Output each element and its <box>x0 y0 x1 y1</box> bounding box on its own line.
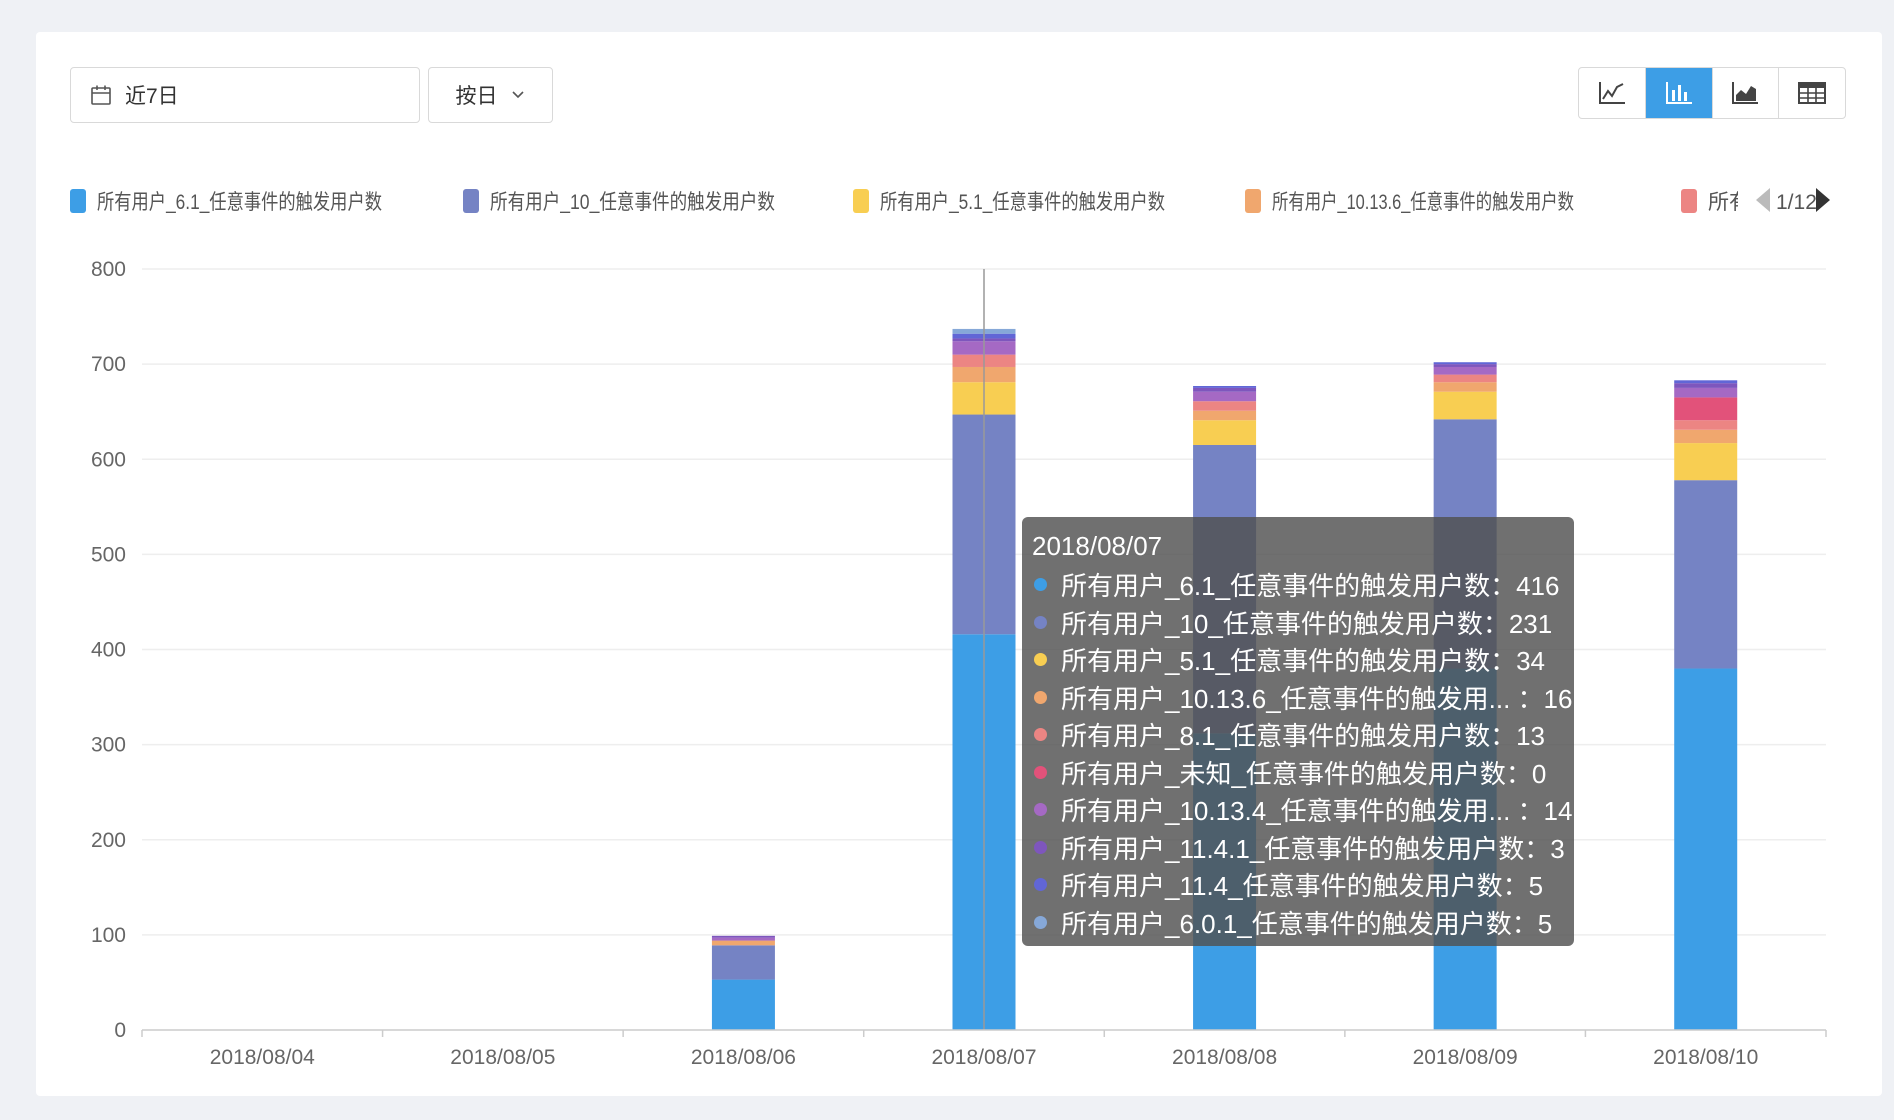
tooltip-row: 所有用户_11.4_任意事件的触发用户数：5 <box>1032 866 1574 904</box>
bar-segment <box>1674 443 1738 481</box>
tooltip-row: 所有用户_未知_任意事件的触发用户数：0 <box>1032 754 1574 792</box>
legend-swatch <box>70 189 86 213</box>
bar-segment <box>1193 401 1257 411</box>
tooltip-row-label: 所有用户_6.1_任意事件的触发用户数：416 <box>1061 571 1560 602</box>
legend-prev-icon <box>1756 188 1770 212</box>
tooltip-row-label: 所有用户_10.13.6_任意事件的触发用... ：16 <box>1061 683 1573 714</box>
x-tick-label: 2018/08/07 <box>931 1046 1036 1069</box>
series-color-dot <box>1034 728 1047 742</box>
tooltip-row: 所有用户_8.1_任意事件的触发用户数：13 <box>1032 716 1574 754</box>
bar-segment <box>1433 366 1497 375</box>
x-tick-label: 2018/08/10 <box>1653 1046 1758 1069</box>
y-tick-label: 300 <box>91 734 126 757</box>
legend-fade-mask <box>1738 180 1758 220</box>
legend-swatch <box>1681 189 1697 213</box>
y-tick-label: 600 <box>91 448 126 471</box>
legend: 所有用户_6.1_任意事件的触发用户数 所有用户_10_任意事件的触发用户数 所有用… <box>70 180 1830 220</box>
tooltip-row-label: 所有用户_11.4_任意事件的触发用户数：5 <box>1061 871 1544 902</box>
bar-segment <box>1674 387 1738 398</box>
tooltip-row: 所有用户_5.1_任意事件的触发用户数：34 <box>1032 641 1574 679</box>
tooltip-row-label: 所有用户_10.13.4_任意事件的触发用... ：14 <box>1061 796 1573 827</box>
tooltip-row-label: 所有用户_5.1_任意事件的触发用户数：34 <box>1061 646 1545 677</box>
x-tick-label: 2018/08/06 <box>691 1046 796 1069</box>
bar-segment <box>1674 380 1738 384</box>
y-tick-label: 400 <box>91 639 126 662</box>
bar-segment <box>1433 364 1497 367</box>
legend-swatch <box>853 189 869 213</box>
bar-segment <box>1674 383 1738 388</box>
y-tick-label: 200 <box>91 829 126 852</box>
bar-segment <box>1193 420 1257 445</box>
bar-segment <box>711 945 775 980</box>
y-tick-label: 0 <box>114 1019 126 1042</box>
legend-page-indicator: 1/12 <box>1776 191 1817 214</box>
y-tick-label: 700 <box>91 353 126 376</box>
bar-segment <box>711 935 775 938</box>
series-color-dot <box>1034 615 1047 629</box>
bar-segment <box>1433 382 1497 392</box>
legend-swatch <box>1245 189 1261 213</box>
tooltip-row-label: 所有用户_8.1_任意事件的触发用户数：13 <box>1061 721 1545 752</box>
legend-label: 所有用户_10.13.6_任意事件的触发用户数 <box>1272 191 1574 214</box>
series-color-dot <box>1034 878 1047 892</box>
x-tick-label: 2018/08/05 <box>450 1046 555 1069</box>
series-color-dot <box>1034 578 1047 592</box>
tooltip-row-label: 所有用户_未知_任意事件的触发用户数：0 <box>1061 758 1547 789</box>
series-color-dot <box>1034 915 1047 929</box>
y-tick-label: 500 <box>91 543 126 566</box>
legend-label: 所有用户_10_任意事件的触发用户数 <box>490 191 775 214</box>
legend-label: 所有用户_6.1_任意事件的触发用户数 <box>97 191 382 214</box>
bar-segment <box>711 940 775 946</box>
tooltip-row-label: 所有用户_10_任意事件的触发用户数：231 <box>1061 608 1553 639</box>
tooltip-row: 所有用户_6.0.1_任意事件的触发用户数：5 <box>1032 904 1574 942</box>
tooltip-row: 所有用户_6.1_任意事件的触发用户数：416 <box>1032 566 1574 604</box>
series-color-dot <box>1034 840 1047 854</box>
bar-segment <box>1433 374 1497 383</box>
tooltip-row: 所有用户_10.13.4_任意事件的触发用... ：14 <box>1032 791 1574 829</box>
bar-segment <box>1674 397 1738 421</box>
bar-segment <box>1674 420 1738 430</box>
bar-segment <box>1193 410 1257 421</box>
x-tick-label: 2018/08/09 <box>1413 1046 1518 1069</box>
series-color-dot <box>1034 803 1047 817</box>
stacked-bar-chart: 0 100 200 300 400 500 600 700 800 2018/08/04 2018/… <box>70 180 1830 1069</box>
y-tick-label: 800 <box>91 258 126 281</box>
bar-segment <box>1193 386 1257 388</box>
bar-segment <box>1433 391 1497 420</box>
tooltip-row: 所有用户_10.13.6_任意事件的触发用... ：16 <box>1032 679 1574 717</box>
series-color-dot <box>1034 690 1047 704</box>
tooltip-row: 所有用户_10_任意事件的触发用户数：231 <box>1032 604 1574 642</box>
tooltip-row: 所有用户_11.4.1_任意事件的触发用户数：3 <box>1032 829 1574 867</box>
legend-swatch <box>463 189 479 213</box>
legend-next-icon <box>1816 188 1830 212</box>
bar-segment <box>1433 362 1497 365</box>
tooltip-row-label: 所有用户_11.4.1_任意事件的触发用户数：3 <box>1061 833 1565 864</box>
bar-segment <box>711 979 775 1030</box>
tooltip-title: 2018/08/07 <box>1032 531 1163 561</box>
bar-segment <box>1193 387 1257 392</box>
y-tick-label: 100 <box>91 924 126 947</box>
bar-segment <box>1674 480 1738 669</box>
bar-segment <box>1674 429 1738 444</box>
series-color-dot <box>1034 653 1047 667</box>
x-tick-label: 2018/08/08 <box>1172 1046 1277 1069</box>
bar-segment <box>1674 668 1738 1030</box>
tooltip-row-label: 所有用户_6.0.1_任意事件的触发用户数：5 <box>1061 908 1553 939</box>
bar-segment <box>1193 391 1257 402</box>
chart-tooltip: 2018/08/07 所有用户_6.1_任意事件的触发用户数：416 所有用户_1… <box>1022 517 1574 946</box>
series-color-dot <box>1034 765 1047 779</box>
x-tick-label: 2018/08/04 <box>210 1046 315 1069</box>
bar-segment <box>711 937 775 941</box>
legend-label: 所有用户_5.1_任意事件的触发用户数 <box>880 191 1165 214</box>
